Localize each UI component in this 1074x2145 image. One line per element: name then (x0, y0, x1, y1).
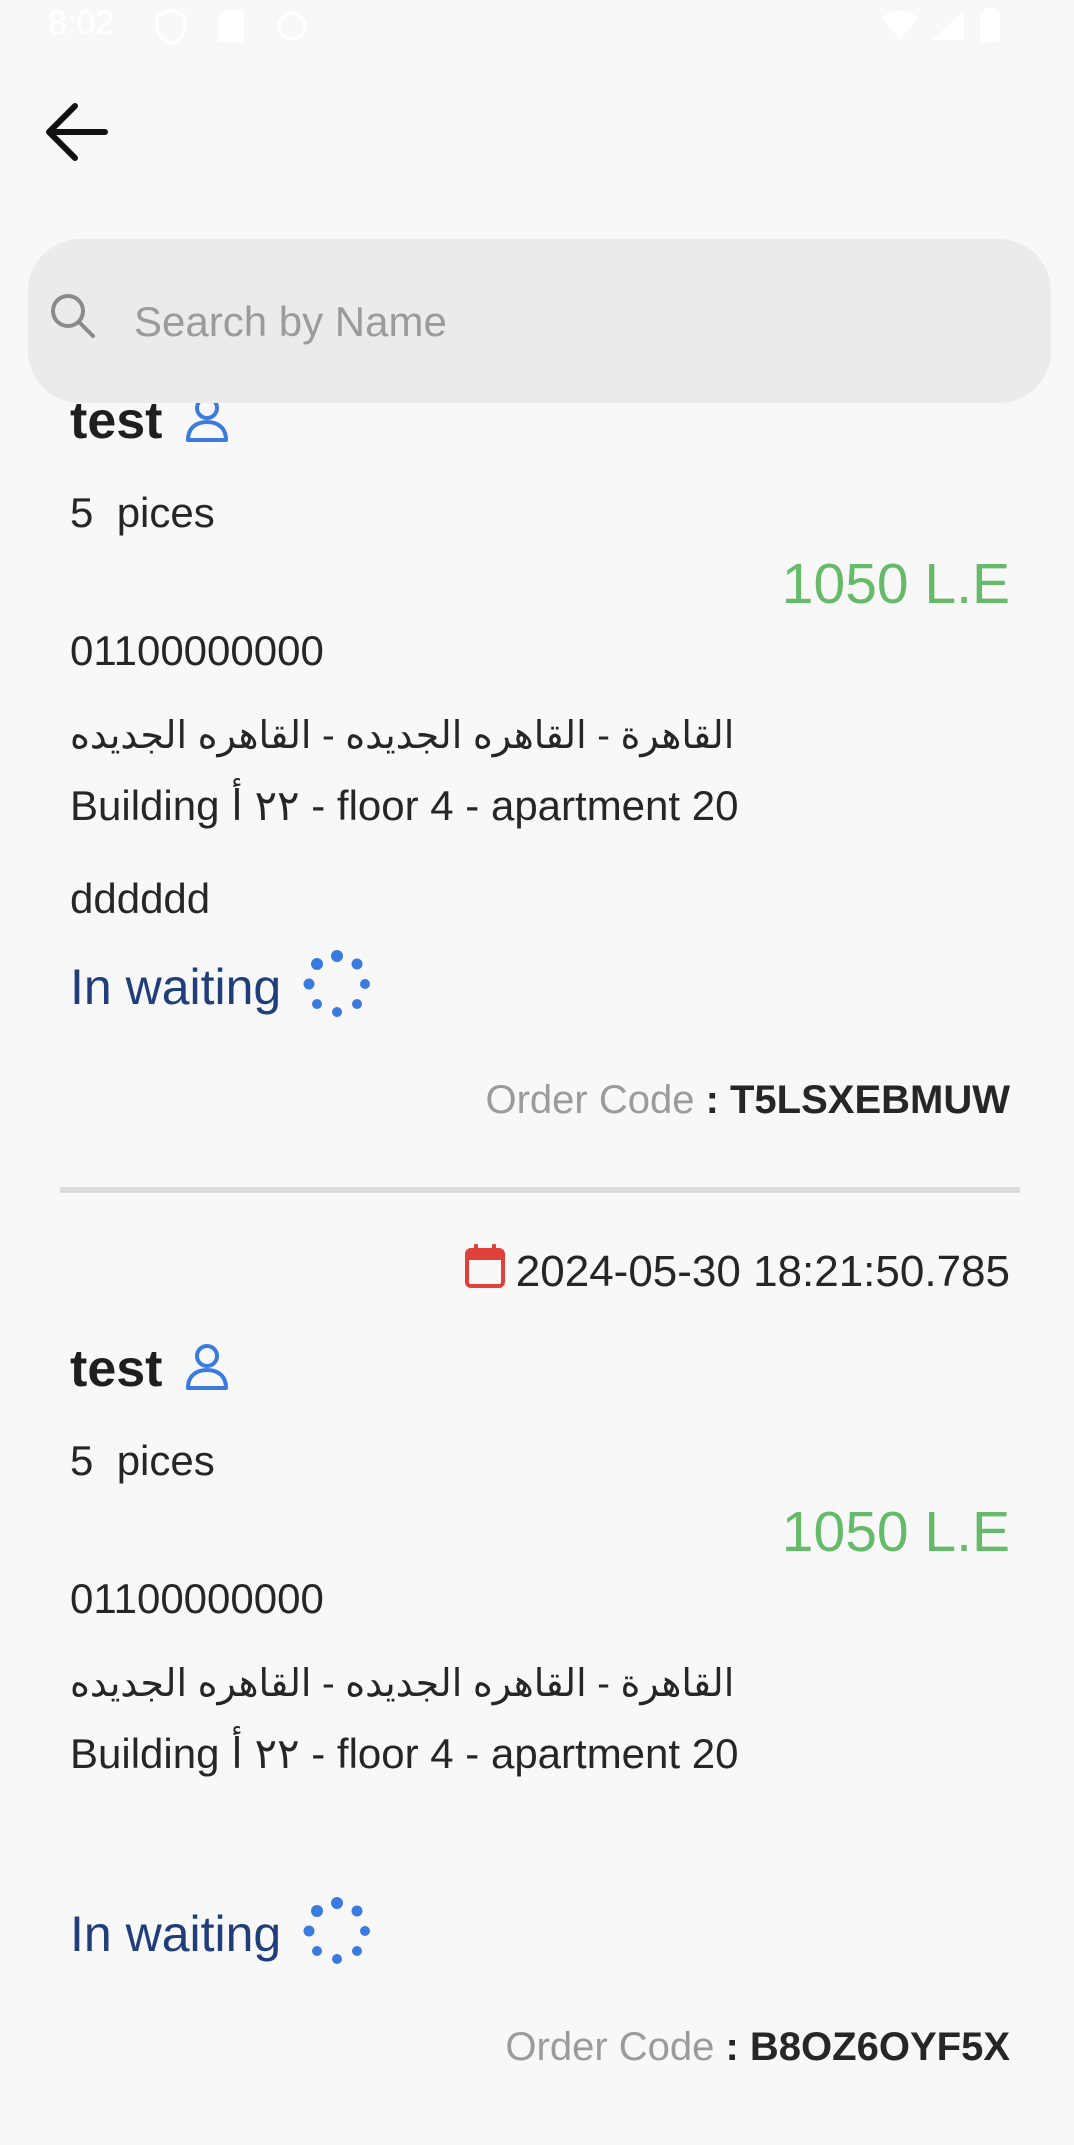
phone-number: 01100000000 (70, 627, 324, 674)
back-button[interactable] (34, 92, 118, 176)
status-bar: 8:02 (0, 0, 1074, 50)
status-time: 8:02 (48, 4, 115, 42)
order-code-value: B8OZ6OYF5X (749, 2025, 1010, 2069)
status-row: In waiting (70, 950, 371, 1023)
order-code-separator: : (714, 2025, 750, 2069)
sync-icon (274, 8, 310, 49)
person-icon (184, 1342, 230, 1397)
loading-spinner-icon (303, 1897, 371, 1970)
search-input[interactable] (132, 287, 1016, 357)
order-price: 1050 L.E (781, 1500, 1010, 1564)
search-icon (48, 291, 98, 346)
address-area: القاهرة - القاهره الجديده - القاهره الجد… (70, 1663, 735, 1705)
shield-icon (154, 8, 188, 51)
signal-icon (930, 8, 966, 47)
pieces-count: 5 pices (70, 489, 215, 537)
status-text: In waiting (70, 1905, 282, 1962)
customer-name: test (70, 403, 163, 450)
phone-number: 01100000000 (70, 1575, 324, 1622)
sd-card-icon (216, 8, 246, 49)
customer-row: test (70, 1339, 230, 1399)
pieces-unit: pices (116, 489, 215, 536)
status-text: In waiting (70, 958, 282, 1015)
customer-row: test (70, 403, 230, 451)
address-area: القاهرة - القاهره الجديده - القاهره الجد… (70, 715, 735, 757)
order-price: 1050 L.E (781, 552, 1010, 616)
order-code-label: Order Code (505, 2025, 715, 2069)
order-code-label: Order Code (485, 1078, 695, 1122)
pieces-count: 5 pices (70, 1437, 215, 1485)
wifi-icon (880, 8, 920, 47)
order-date: 2024-05-30 18:21:50.785 (515, 1246, 1010, 1296)
pieces-count-value: 5 (70, 489, 94, 536)
order-code-row: Order Code : B8OZ6OYF5X (505, 2025, 1010, 2070)
person-icon (184, 403, 230, 449)
orders-list[interactable]: test 5 pices 1050 L.E 01100000000 القاهر… (0, 403, 1074, 2145)
customer-name: test (70, 1340, 163, 1398)
order-card[interactable]: 2024-05-30 18:21:50.785 test 5 pices 105… (0, 1197, 1074, 2145)
address-building: Building ٢٢ أ - floor 4 - apartment 20 (70, 782, 739, 829)
order-code-row: Order Code : T5LSXEBMUW (485, 1078, 1010, 1123)
order-notes: dddddd (70, 875, 211, 922)
status-row: In waiting (70, 1897, 371, 1970)
loading-spinner-icon (303, 950, 371, 1023)
pieces-unit: pices (116, 1437, 215, 1484)
calendar-icon (464, 1243, 506, 1300)
order-date-row: 2024-05-30 18:21:50.785 (464, 1243, 1010, 1300)
order-code-separator: : (694, 1078, 730, 1122)
order-code-value: T5LSXEBMUW (730, 1078, 1010, 1122)
arrow-left-icon (41, 100, 111, 169)
address-building: Building ٢٢ أ - floor 4 - apartment 20 (70, 1730, 739, 1777)
battery-icon (978, 8, 1002, 49)
search-bar[interactable] (28, 239, 1051, 403)
divider (60, 1187, 1020, 1193)
pieces-count-value: 5 (70, 1437, 94, 1484)
